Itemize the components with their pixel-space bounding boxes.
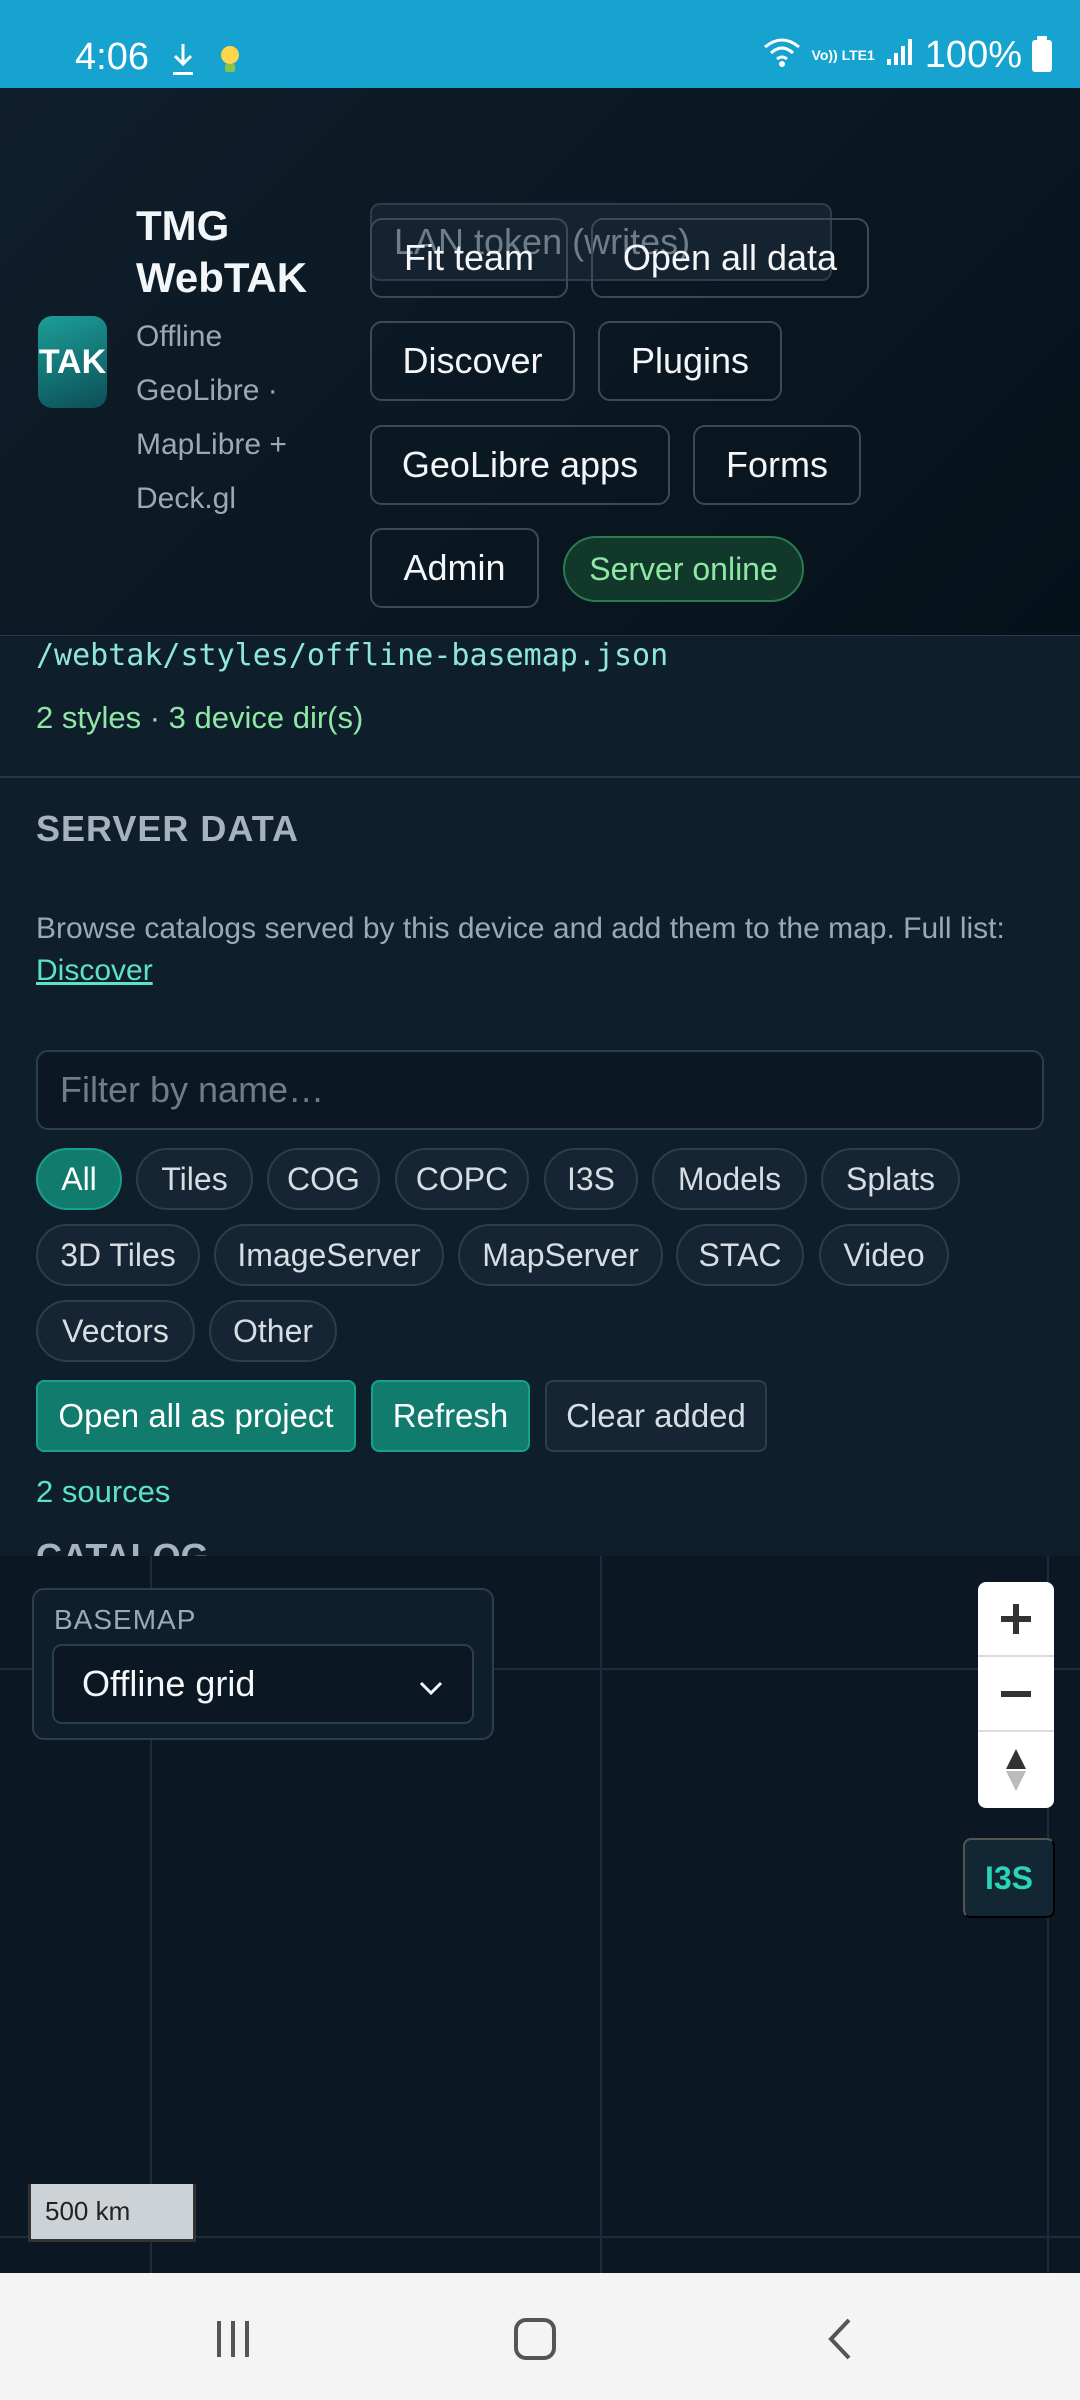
- chip-copc[interactable]: COPC: [395, 1148, 529, 1210]
- app-subtitle: Offline GeoLibre · MapLibre + Deck.gl: [136, 320, 287, 515]
- basemap-selected-value: Offline grid: [82, 1663, 256, 1704]
- fit-team-button[interactable]: Fit team: [370, 218, 568, 298]
- basemap-select[interactable]: Offline grid: [52, 1644, 474, 1724]
- plus-icon: [1001, 1603, 1031, 1634]
- chip-vectors[interactable]: Vectors: [36, 1300, 195, 1362]
- volte-indicator: Vo)) LTE1: [811, 47, 875, 63]
- chip-all[interactable]: All: [36, 1148, 122, 1210]
- clear-added-button[interactable]: Clear added: [545, 1380, 767, 1452]
- compass-icon: [1006, 1748, 1026, 1791]
- minus-icon: [1001, 1690, 1031, 1697]
- home-icon: [514, 2318, 556, 2360]
- basemap-label: BASEMAP: [54, 1604, 197, 1635]
- download-icon: [170, 42, 196, 86]
- discover-link[interactable]: Discover: [36, 954, 153, 987]
- map-scale-bar: 500 km: [28, 2184, 196, 2242]
- recent-apps-icon: [217, 2321, 249, 2357]
- back-button[interactable]: [800, 2299, 880, 2379]
- plugins-button[interactable]: Plugins: [598, 321, 782, 401]
- forms-button[interactable]: Forms: [693, 425, 861, 505]
- chip-i3s[interactable]: I3S: [544, 1148, 638, 1210]
- server-status-badge: Server online: [563, 536, 804, 602]
- filter-input[interactable]: [36, 1050, 1044, 1130]
- chip-3d-tiles[interactable]: 3D Tiles: [36, 1224, 200, 1286]
- chip-video[interactable]: Video: [819, 1224, 949, 1286]
- map-view[interactable]: BASEMAP Offline grid I3S 500 km: [0, 1556, 1080, 2273]
- catalog-heading: CATALOG: [36, 1536, 209, 1556]
- chip-cog[interactable]: COG: [267, 1148, 380, 1210]
- section-divider: [0, 776, 1080, 778]
- notification-icons: [170, 42, 242, 86]
- app-title: TMG WebTAK: [136, 202, 308, 301]
- recent-apps-button[interactable]: [193, 2299, 273, 2379]
- app-header: TAK TMG WebTAK Offline GeoLibre · MapLib…: [0, 88, 1080, 636]
- chip-stac[interactable]: STAC: [676, 1224, 804, 1286]
- side-panel: /webtak/styles/offline-basemap.json 2 st…: [0, 636, 1080, 1556]
- status-bar: 4:06 Vo)) LTE1 100%: [0, 0, 1080, 88]
- sources-count: 2 sources: [36, 1474, 171, 1509]
- open-all-data-button[interactable]: Open all data: [591, 218, 869, 298]
- zoom-control: [978, 1582, 1054, 1808]
- server-data-heading: SERVER DATA: [36, 808, 300, 849]
- chevron-down-icon: [418, 1663, 444, 1705]
- chip-mapserver[interactable]: MapServer: [458, 1224, 663, 1286]
- chip-splats[interactable]: Splats: [821, 1148, 960, 1210]
- styles-count: 2 styles · 3 device dir(s): [36, 700, 364, 735]
- app-logo: TAK: [38, 316, 107, 408]
- server-data-description: Browse catalogs served by this device an…: [36, 908, 1046, 992]
- description-text: Browse catalogs served by this device an…: [36, 912, 1005, 945]
- wifi-icon: [762, 36, 802, 75]
- back-icon: [828, 2318, 851, 2360]
- refresh-button[interactable]: Refresh: [371, 1380, 530, 1452]
- admin-button[interactable]: Admin: [370, 528, 539, 608]
- geolibre-apps-button[interactable]: GeoLibre apps: [370, 425, 670, 505]
- i3s-button[interactable]: I3S: [963, 1838, 1055, 1918]
- chip-other[interactable]: Other: [209, 1300, 337, 1362]
- discover-button[interactable]: Discover: [370, 321, 575, 401]
- battery-percent: 100%: [924, 34, 1022, 76]
- signal-icon: [885, 34, 915, 77]
- basemap-control: BASEMAP Offline grid: [32, 1588, 494, 1740]
- zoom-out-button[interactable]: [978, 1657, 1054, 1732]
- style-path: /webtak/styles/offline-basemap.json: [36, 638, 669, 673]
- chip-models[interactable]: Models: [652, 1148, 807, 1210]
- map-gridline: [600, 1556, 602, 2273]
- battery-icon: [1032, 35, 1052, 72]
- system-navigation-bar: [0, 2273, 1080, 2400]
- zoom-in-button[interactable]: [978, 1582, 1054, 1657]
- lightbulb-icon: [218, 42, 242, 86]
- chip-imageserver[interactable]: ImageServer: [214, 1224, 444, 1286]
- open-all-as-project-button[interactable]: Open all as project: [36, 1380, 356, 1452]
- compass-button[interactable]: [978, 1732, 1054, 1807]
- status-time: 4:06: [75, 36, 149, 78]
- home-button[interactable]: [495, 2299, 575, 2379]
- chip-tiles[interactable]: Tiles: [136, 1148, 253, 1210]
